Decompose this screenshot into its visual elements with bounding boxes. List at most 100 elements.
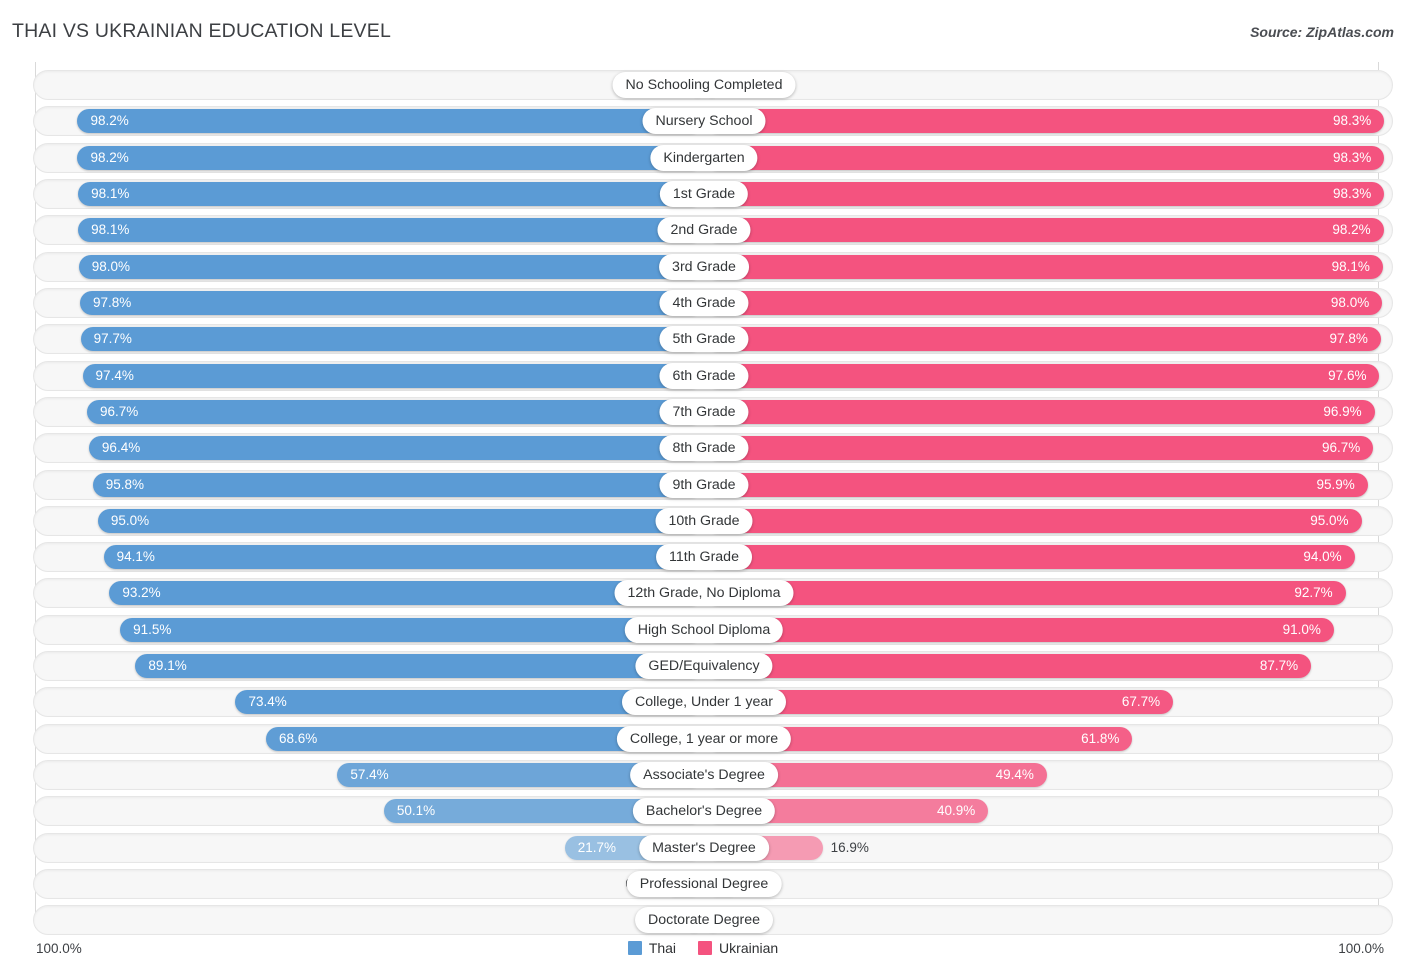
category-label-pill[interactable]: 9th Grade (659, 471, 749, 498)
value-label-ukrainian: 40.9% (936, 803, 976, 819)
category-label-pill[interactable]: Bachelor's Degree (632, 798, 776, 825)
legend-swatch-icon (627, 941, 642, 955)
bar-thai[interactable] (97, 508, 703, 533)
chart-row[interactable]: 68.6% 61.8% College, 1 year or more (33, 723, 1393, 754)
page-title: THAI VS UKRAINIAN EDUCATION LEVEL (12, 20, 391, 42)
bar-thai[interactable] (78, 254, 703, 279)
chart-row[interactable]: 21.7% 16.9% Master's Degree (33, 832, 1393, 863)
bar-ukrainian[interactable] (706, 254, 1383, 279)
value-label-thai: 95.0% (110, 512, 150, 528)
chart-row[interactable]: 91.5% 91.0% High School Diploma (33, 614, 1393, 645)
chart-row[interactable]: 93.2% 92.7% 12th Grade, No Diploma (33, 578, 1393, 609)
value-label-thai: 57.4% (350, 767, 389, 783)
chart-row[interactable]: 97.8% 98.0% 4th Grade (33, 287, 1393, 318)
bar-ukrainian[interactable] (706, 363, 1380, 388)
value-label-thai: 98.1% (91, 222, 130, 238)
value-label-ukrainian: 87.7% (1259, 658, 1299, 674)
category-label-pill[interactable]: 8th Grade (659, 435, 749, 462)
chart-row[interactable]: 1.8%1.8%No Schooling Completed (33, 70, 1393, 100)
value-label-ukrainian: 98.1% (1331, 258, 1370, 274)
chart-row[interactable]: 98.2% 98.3% Kindergarten (33, 142, 1393, 173)
category-label-pill[interactable]: 11th Grade (656, 544, 752, 571)
bar-ukrainian[interactable] (706, 399, 1375, 424)
bar-ukrainian[interactable] (706, 145, 1385, 170)
bar-thai[interactable] (77, 145, 703, 170)
chart-row[interactable]: 98.2% 98.3% Nursery School (33, 106, 1393, 137)
chart-row[interactable]: 95.8% 95.9% 9th Grade (33, 469, 1393, 500)
category-label-pill[interactable]: 2nd Grade (657, 217, 751, 244)
chart-row[interactable]: 6.1%5.1%Professional Degree (33, 869, 1393, 900)
chart-row[interactable]: 94.1% 94.0% 11th Grade (33, 542, 1393, 573)
category-label-pill[interactable]: 4th Grade (659, 289, 749, 316)
bar-thai[interactable] (135, 654, 703, 679)
category-label-pill[interactable]: 12th Grade, No Diploma (614, 580, 794, 607)
bar-ukrainian[interactable] (706, 181, 1385, 206)
category-label-pill[interactable]: Doctorate Degree (635, 907, 773, 934)
value-label-thai: 91.5% (133, 621, 172, 637)
category-label-pill[interactable]: 5th Grade (659, 326, 749, 353)
value-label-thai: 96.4% (101, 440, 141, 456)
bar-thai[interactable] (80, 327, 703, 352)
chart-row[interactable]: 96.4% 96.7% 8th Grade (33, 433, 1393, 464)
bar-ukrainian[interactable] (706, 327, 1381, 352)
chart-row[interactable]: 57.4% 49.4% Associate's Degree (33, 760, 1393, 791)
bar-thai[interactable] (88, 436, 703, 461)
bar-thai[interactable] (92, 472, 703, 497)
bar-ukrainian[interactable] (706, 545, 1355, 570)
value-label-thai: 68.6% (279, 730, 318, 746)
chart-row[interactable]: 98.0% 98.1% 3rd Grade (33, 251, 1393, 282)
category-label-pill[interactable]: 7th Grade (659, 398, 749, 425)
bar-ukrainian[interactable] (706, 617, 1334, 642)
bar-ukrainian[interactable] (706, 109, 1385, 134)
chart-row[interactable]: 97.7% 97.8% 5th Grade (33, 324, 1393, 355)
chart-row[interactable]: 95.0% 95.0% 10th Grade (33, 505, 1393, 536)
legend-item-ukrainian[interactable]: Ukrainian (698, 940, 778, 956)
bar-ukrainian[interactable] (706, 472, 1368, 497)
legend-item-thai[interactable]: Thai (627, 940, 677, 956)
bar-ukrainian[interactable] (706, 218, 1384, 243)
bar-ukrainian[interactable] (706, 290, 1383, 315)
chart-row[interactable]: 98.1% 98.3% 1st Grade (33, 178, 1393, 209)
category-label-pill[interactable]: GED/Equivalency (635, 653, 773, 680)
category-label-pill[interactable]: College, 1 year or more (616, 725, 792, 752)
value-label-ukrainian: 96.9% (1323, 403, 1362, 419)
bar-ukrainian[interactable] (706, 654, 1312, 679)
value-label-ukrainian: 91.0% (1282, 621, 1321, 637)
bar-thai[interactable] (120, 617, 703, 642)
bar-ukrainian[interactable] (706, 581, 1346, 606)
bar-thai[interactable] (80, 290, 703, 315)
value-label-ukrainian: 61.8% (1081, 730, 1120, 746)
value-label-thai: 50.1% (396, 803, 436, 819)
chart-row[interactable]: 97.4% 97.6% 6th Grade (33, 360, 1393, 391)
bar-ukrainian[interactable] (706, 508, 1362, 533)
category-label-pill[interactable]: Associate's Degree (630, 762, 778, 789)
category-label-pill[interactable]: 10th Grade (655, 507, 753, 534)
legend-swatch-icon (698, 941, 713, 955)
bar-ukrainian[interactable] (706, 436, 1374, 461)
chart-row[interactable]: 73.4% 67.7% College, Under 1 year (33, 687, 1393, 718)
category-label-pill[interactable]: Master's Degree (639, 834, 769, 861)
bar-thai[interactable] (78, 218, 703, 243)
chart-row[interactable]: 98.1% 98.2% 2nd Grade (33, 215, 1393, 246)
bar-thai[interactable] (87, 399, 703, 424)
bar-thai[interactable] (77, 109, 703, 134)
chart-row[interactable]: 2.8%2.1%Doctorate Degree (33, 905, 1393, 936)
chart-row[interactable]: 50.1% 40.9% Bachelor's Degree (33, 796, 1393, 827)
category-label-pill[interactable]: College, Under 1 year (621, 689, 787, 716)
value-label-ukrainian: 96.7% (1321, 440, 1361, 456)
bar-thai[interactable] (103, 545, 703, 570)
bar-thai[interactable] (78, 181, 703, 206)
chart-row[interactable]: 96.7% 96.9% 7th Grade (33, 396, 1393, 427)
category-label-pill[interactable]: No Schooling Completed (612, 72, 796, 98)
category-label-pill[interactable]: Nursery School (642, 108, 766, 135)
category-label-pill[interactable]: 3rd Grade (659, 253, 749, 280)
category-label-pill[interactable]: 1st Grade (659, 180, 749, 207)
category-label-pill[interactable]: Kindergarten (650, 144, 758, 171)
legend-label: Thai (648, 940, 677, 956)
category-label-pill[interactable]: Professional Degree (626, 871, 782, 898)
bar-thai[interactable] (82, 363, 703, 388)
category-label-pill[interactable]: High School Diploma (624, 616, 784, 643)
category-label-pill[interactable]: 6th Grade (659, 362, 749, 389)
chart-row[interactable]: 89.1% 87.7% GED/Equivalency (33, 651, 1393, 682)
chart-plot-area: 1.8%1.8%No Schooling Completed 98.2% 98.3%… (0, 62, 1406, 936)
